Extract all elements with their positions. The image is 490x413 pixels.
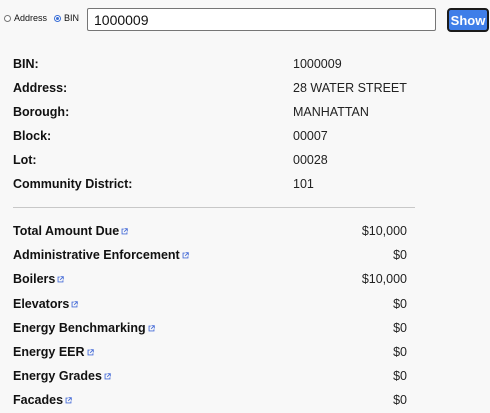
amount-value: $0 (393, 369, 407, 384)
radio-bin[interactable] (54, 14, 62, 22)
property-label: BIN: (13, 57, 39, 71)
amount-value: $0 (393, 248, 407, 263)
property-value: 1000009 (293, 57, 342, 71)
amount-row: Energy EER $0 (13, 340, 407, 364)
property-label: Address: (13, 81, 68, 95)
property-value: 00028 (293, 153, 328, 167)
property-value: 00007 (293, 129, 328, 143)
amount-label-text: Energy EER (13, 344, 85, 359)
amount-label: Energy Grades (13, 364, 111, 388)
amount-value: $10,000 (361, 272, 407, 287)
property-label: Borough: (13, 105, 70, 119)
amount-row: Boilers $10,000 (13, 267, 407, 291)
bin-input[interactable] (87, 8, 436, 31)
property-info: BIN: 1000009 Address: 28 WATER STREET Boroug… (13, 52, 413, 196)
property-value: MANHATTAN (293, 105, 369, 119)
amount-label-text: Elevators (13, 296, 70, 311)
external-link-icon[interactable] (71, 300, 79, 308)
amount-label-text: Administrative Enforcement (13, 248, 180, 263)
external-link-icon[interactable] (87, 349, 94, 356)
amounts-due-list: Total Amount Due $10,000 Administrative En… (13, 219, 407, 413)
show-button[interactable]: Show (447, 8, 489, 32)
section-divider (13, 207, 415, 208)
amount-row: Facades $0 (13, 388, 407, 412)
amount-label-text: Facades (13, 393, 64, 408)
property-value: 101 (293, 177, 314, 191)
amount-label-text: Energy Grades (13, 369, 102, 384)
property-row: Borough: MANHATTAN (13, 100, 413, 124)
property-row: BIN: 1000009 (13, 52, 413, 76)
property-label: Block: (13, 129, 52, 143)
amount-label: Energy Benchmarking (13, 316, 155, 340)
amount-label: Energy EER (13, 340, 94, 364)
amount-row: Elevators $0 (13, 292, 407, 316)
amount-label: Total Amount Due (13, 219, 129, 243)
amount-label: Boilers (13, 267, 65, 291)
radio-bin-label[interactable]: BIN (64, 13, 79, 23)
property-row: Community District: 101 (13, 172, 413, 196)
search-bar: Address BIN Show (0, 0, 490, 40)
amount-row: Energy Grades $0 (13, 364, 407, 388)
radio-address-label[interactable]: Address (14, 13, 47, 23)
amount-label-text: Total Amount Due (13, 224, 120, 238)
amount-value: $0 (393, 344, 407, 359)
property-label: Lot: (13, 153, 37, 167)
amount-label-text: Energy Benchmarking (13, 320, 146, 335)
amount-value: $10,000 (361, 224, 407, 238)
property-row: Block: 00007 (13, 124, 413, 148)
external-link-icon[interactable] (104, 373, 111, 380)
amount-value: $0 (393, 320, 407, 335)
property-label: Community District: (13, 177, 133, 191)
external-link-icon[interactable] (121, 228, 129, 235)
amount-label-text: Boilers (13, 272, 56, 287)
property-row: Address: 28 WATER STREET (13, 76, 413, 100)
amount-value: $0 (393, 296, 407, 311)
amount-row: Administrative Enforcement $0 (13, 243, 407, 267)
amount-row: Total Amount Due $10,000 (13, 219, 407, 243)
amount-label: Elevators (13, 292, 79, 316)
external-link-icon[interactable] (148, 324, 155, 332)
amount-row: Energy Benchmarking $0 (13, 316, 407, 340)
property-row: Lot: 00028 (13, 148, 413, 172)
amount-value: $0 (393, 393, 407, 408)
radio-address[interactable] (4, 14, 11, 22)
external-link-icon[interactable] (65, 397, 72, 404)
amount-label: Facades (13, 388, 72, 412)
property-value: 28 WATER STREET (293, 81, 407, 95)
search-type-radio-group: Address BIN (4, 13, 86, 23)
external-link-icon[interactable] (182, 252, 189, 259)
amount-label: Administrative Enforcement (13, 243, 189, 267)
external-link-icon[interactable] (57, 276, 65, 283)
